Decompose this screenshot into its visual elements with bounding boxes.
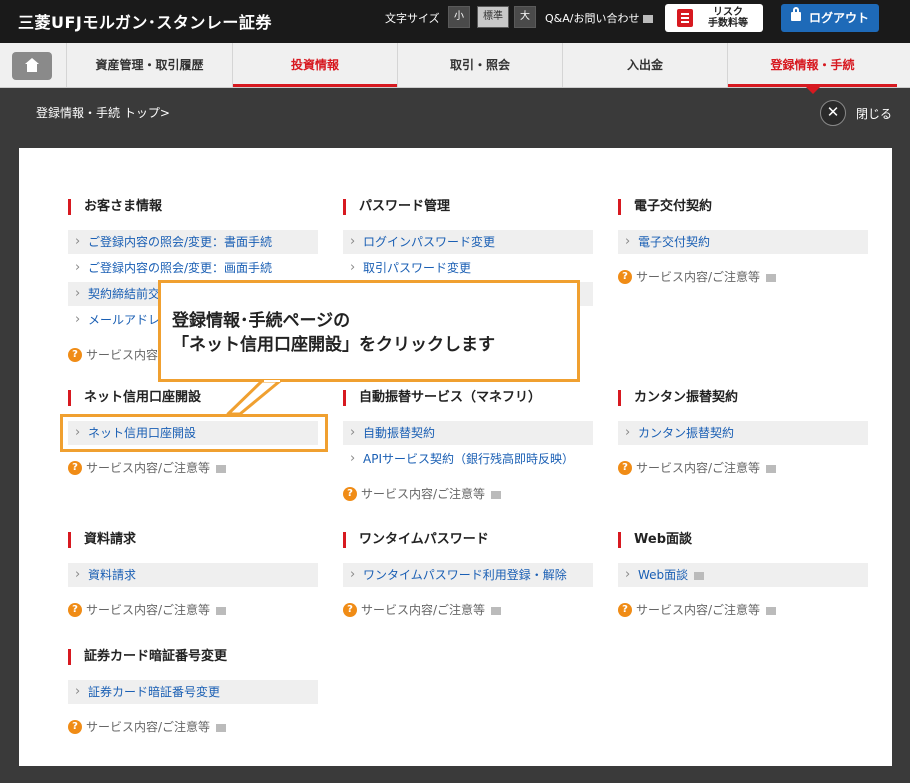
window-icon <box>491 606 502 615</box>
window-icon <box>216 606 227 615</box>
notice-label: サービス内容/ご注意等 <box>361 603 486 617</box>
service-notice-link[interactable]: ? サービス内容/ご注意等 <box>618 459 868 477</box>
close-icon: ✕ <box>820 100 846 126</box>
registration-menu-panel: お客さま情報 ご登録内容の照会/変更：書面手続 ご登録内容の照会/変更：画面手続… <box>19 148 892 766</box>
service-notice-link[interactable]: ? サービス内容/ご注意等 <box>343 601 593 619</box>
link-item[interactable]: 自動振替契約 <box>343 421 593 445</box>
home-icon <box>25 58 39 72</box>
window-icon <box>216 723 227 732</box>
section-auto-transfer: 自動振替サービス（マネフリ） 自動振替契約 APIサービス契約（銀行残高即時反映… <box>343 389 593 503</box>
logout-label: ログアウト <box>809 11 870 25</box>
section-title: 資料請求 <box>68 531 318 549</box>
notice-label: サービス内容/ご注意等 <box>86 603 211 617</box>
home-button[interactable] <box>12 52 52 80</box>
link-item[interactable]: ご登録内容の照会/変更：画面手続 <box>68 256 318 280</box>
tab-investment-info[interactable]: 投資情報 <box>232 43 397 87</box>
tab-trade-inquiry[interactable]: 取引・照会 <box>397 43 562 87</box>
section-e-delivery: 電子交付契約 電子交付契約 ? サービス内容/ご注意等 <box>618 198 868 286</box>
section-title: Web面談 <box>618 531 868 549</box>
section-easy-transfer: カンタン振替契約 カンタン振替契約 ? サービス内容/ご注意等 <box>618 389 868 477</box>
main-nav: 資産管理・取引履歴 投資情報 取引・照会 入出金 登録情報・手続 <box>0 43 910 94</box>
link-label: Web面談 <box>638 568 689 582</box>
lock-icon <box>791 7 801 21</box>
section-web-meeting: Web面談 Web面談 ? サービス内容/ご注意等 <box>618 531 868 619</box>
link-item[interactable]: ログインパスワード変更 <box>343 230 593 254</box>
question-icon: ? <box>618 461 632 475</box>
service-notice-link[interactable]: ? サービス内容/ご注意等 <box>68 718 318 736</box>
link-item[interactable]: ご登録内容の照会/変更：書面手続 <box>68 230 318 254</box>
tab-assets-history[interactable]: 資産管理・取引履歴 <box>66 43 232 87</box>
link-item[interactable]: ワンタイムパスワード利用登録・解除 <box>343 563 593 587</box>
logout-button[interactable]: ログアウト <box>781 4 879 32</box>
instruction-callout: 登録情報･手続ページの 「ネット信用口座開設」をクリックします <box>158 280 580 382</box>
close-button[interactable]: ✕ 閉じる <box>820 100 900 126</box>
link-item[interactable]: 取引パスワード変更 <box>343 256 593 280</box>
notice-label: サービス内容/ご注意等 <box>86 720 211 734</box>
section-title: ネット信用口座開設 <box>68 389 318 407</box>
window-icon <box>491 490 502 499</box>
link-item[interactable]: 証券カード暗証番号変更 <box>68 680 318 704</box>
brand-logo[interactable]: 三菱UFJモルガン･スタンレー証券 <box>18 9 272 33</box>
font-size-large-button[interactable]: 大 <box>514 6 536 28</box>
window-icon <box>216 464 227 473</box>
service-notice-link[interactable]: ? サービス内容/ご注意等 <box>68 601 318 619</box>
question-icon: ? <box>343 487 357 501</box>
callout-text: 登録情報･手続ページの 「ネット信用口座開設」をクリックします <box>172 311 495 355</box>
link-item[interactable]: 電子交付契約 <box>618 230 868 254</box>
link-item[interactable]: APIサービス契約（銀行残高即時反映） <box>343 447 593 471</box>
risk-fees-label: リスク 手数料等 <box>708 7 748 29</box>
notice-label: サービス内容/ご注意等 <box>636 603 761 617</box>
close-label: 閉じる <box>856 107 893 121</box>
section-title: 証券カード暗証番号変更 <box>68 648 318 666</box>
breadcrumb[interactable]: 登録情報・手続 トップ> <box>36 104 170 121</box>
question-icon: ? <box>68 603 82 617</box>
font-size-standard-button[interactable]: 標準 <box>477 6 509 28</box>
section-title: カンタン振替契約 <box>618 389 868 407</box>
service-notice-link[interactable]: ? サービス内容/ご注意等 <box>618 601 868 619</box>
qa-contact-link[interactable]: Q&A/お問い合わせ <box>545 10 654 26</box>
question-icon: ? <box>68 720 82 734</box>
window-icon <box>766 273 777 282</box>
section-one-time-password: ワンタイムパスワード ワンタイムパスワード利用登録・解除 ? サービス内容/ご注意… <box>343 531 593 619</box>
section-title: 電子交付契約 <box>618 198 868 216</box>
font-size-small-button[interactable]: 小 <box>448 6 470 28</box>
link-item[interactable]: カンタン振替契約 <box>618 421 868 445</box>
tab-deposit-withdraw[interactable]: 入出金 <box>562 43 727 87</box>
question-icon: ? <box>618 270 632 284</box>
section-card-pin: 証券カード暗証番号変更 証券カード暗証番号変更 ? サービス内容/ご注意等 <box>68 648 318 736</box>
section-title: お客さま情報 <box>68 198 318 216</box>
risk-fees-button[interactable]: リスク 手数料等 <box>665 4 763 32</box>
notice-label: サービス内容/ご注意等 <box>361 487 486 501</box>
service-notice-link[interactable]: ? サービス内容/ご注意等 <box>618 268 868 286</box>
link-item[interactable]: Web面談 <box>618 563 868 587</box>
service-notice-link[interactable]: ? サービス内容/ご注意等 <box>343 485 593 503</box>
tab-registration[interactable]: 登録情報・手続 <box>727 43 897 94</box>
link-item[interactable]: 資料請求 <box>68 563 318 587</box>
section-title: 自動振替サービス（マネフリ） <box>343 389 593 407</box>
qa-contact-label: Q&A/お問い合わせ <box>545 12 640 25</box>
section-title: ワンタイムパスワード <box>343 531 593 549</box>
font-size-label: 文字サイズ <box>385 12 440 25</box>
window-icon <box>766 606 777 615</box>
window-icon <box>766 464 777 473</box>
service-notice-link[interactable]: ? サービス内容/ご注意等 <box>68 459 318 477</box>
notice-label: サービス内容/ご注意等 <box>636 461 761 475</box>
target-highlight <box>60 414 328 452</box>
document-icon <box>677 9 693 27</box>
notice-label: サービス内容/ご注意等 <box>636 270 761 284</box>
top-header: 三菱UFJモルガン･スタンレー証券 文字サイズ 小 標準 大 Q&A/お問い合わ… <box>0 0 910 43</box>
window-icon <box>694 571 705 580</box>
question-icon: ? <box>68 348 82 362</box>
section-document-request: 資料請求 資料請求 ? サービス内容/ご注意等 <box>68 531 318 619</box>
question-icon: ? <box>618 603 632 617</box>
question-icon: ? <box>343 603 357 617</box>
question-icon: ? <box>68 461 82 475</box>
notice-label: サービス内容/ご注意等 <box>86 461 211 475</box>
window-icon <box>643 15 654 23</box>
section-title: パスワード管理 <box>343 198 593 216</box>
